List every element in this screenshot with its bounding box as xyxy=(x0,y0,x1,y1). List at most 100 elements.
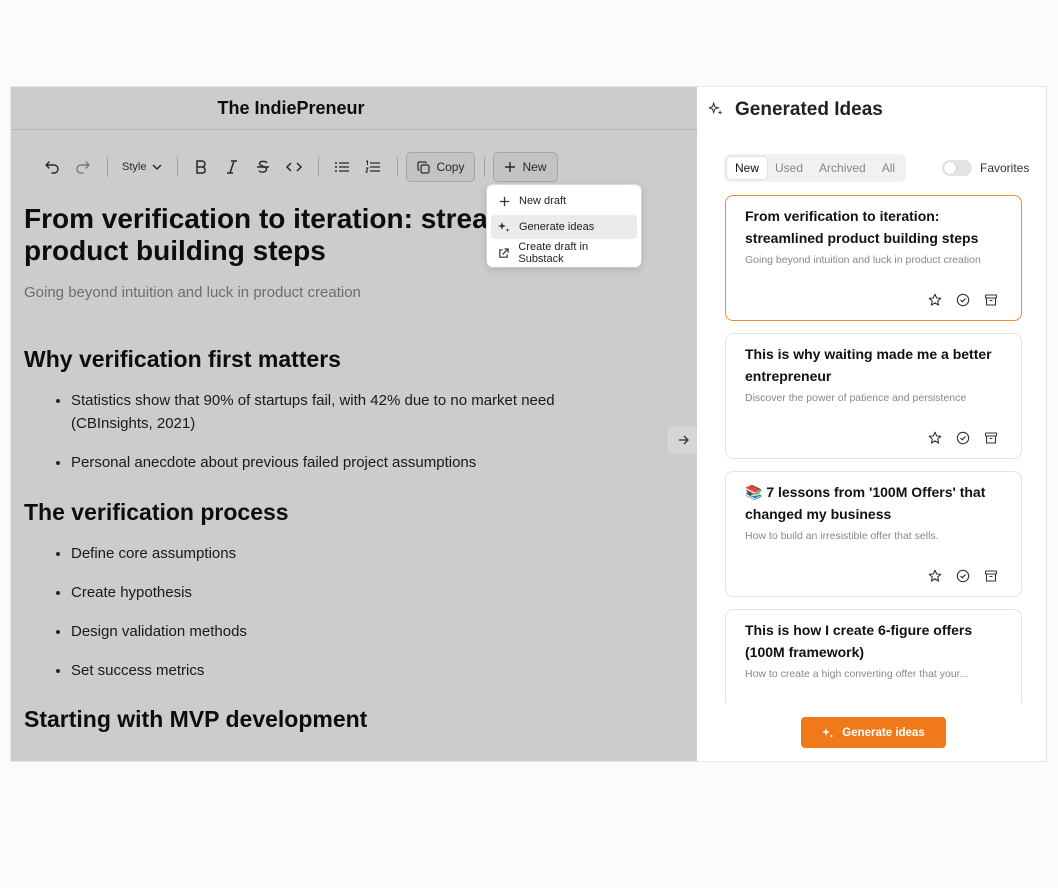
favorites-toggle[interactable] xyxy=(942,160,972,176)
favorites-filter: Favorites xyxy=(942,160,1029,176)
copy-button[interactable]: Copy xyxy=(406,152,476,182)
section-heading: Starting with MVP development xyxy=(24,706,368,732)
panel-header: Generated Ideas xyxy=(707,99,883,121)
mark-used-button[interactable] xyxy=(955,430,971,446)
tab-new[interactable]: New xyxy=(727,157,768,179)
archive-button[interactable] xyxy=(983,430,999,446)
style-dropdown[interactable]: Style xyxy=(116,153,168,181)
generated-ideas-panel: Generated Ideas New Used Archived All Fa… xyxy=(697,87,1046,761)
idea-card[interactable]: From verification to iteration: streamli… xyxy=(725,195,1022,321)
tab-archived[interactable]: Archived xyxy=(811,157,874,179)
bullet-list: Statistics show that 90% of startups fai… xyxy=(56,389,591,474)
idea-card[interactable]: This is how I create 6-figure offers (10… xyxy=(725,609,1022,703)
menu-item-generate-ideas[interactable]: Generate ideas xyxy=(491,215,637,239)
menu-item-new-draft[interactable]: New draft xyxy=(491,189,637,213)
new-dropdown-menu: New draft Generate ideas Create draft in… xyxy=(487,185,641,267)
list-item: Create hypothesis xyxy=(56,581,591,604)
document-title-bar: The IndiePreneur xyxy=(217,97,365,118)
idea-subtitle: How to build an irresistible offer that … xyxy=(745,530,939,542)
undo-button[interactable] xyxy=(37,153,67,181)
tab-all[interactable]: All xyxy=(874,157,903,179)
italic-button[interactable] xyxy=(217,153,247,181)
collapse-panel-button[interactable] xyxy=(666,425,697,455)
section-heading: Why verification first matters xyxy=(24,346,341,372)
bold-icon xyxy=(196,160,207,174)
undo-icon xyxy=(45,161,59,174)
title-divider xyxy=(11,129,697,130)
plus-icon xyxy=(497,196,511,207)
idea-subtitle: How to create a high converting offer th… xyxy=(745,668,969,680)
style-label: Style xyxy=(122,161,147,173)
section-heading: The verification process xyxy=(24,499,289,525)
favorite-button[interactable] xyxy=(927,292,943,308)
generate-ideas-button[interactable]: Generate ideas xyxy=(801,717,946,748)
external-link-icon xyxy=(497,247,510,259)
document-subtitle: Going beyond intuition and luck in produ… xyxy=(24,284,361,301)
idea-actions xyxy=(927,292,999,308)
sparkle-icon xyxy=(822,727,834,738)
sparkle-icon xyxy=(497,221,511,233)
idea-title: This is how I create 6-figure offers (10… xyxy=(745,622,973,660)
editor-toolbar: Style Copy New xyxy=(37,152,559,182)
archive-button[interactable] xyxy=(983,568,999,584)
copy-label: Copy xyxy=(436,160,465,174)
check-circle-icon xyxy=(956,431,970,445)
numbered-list-icon xyxy=(365,160,381,173)
menu-item-label: New draft xyxy=(519,195,567,207)
check-circle-icon xyxy=(956,569,970,583)
idea-title: From verification to iteration: streamli… xyxy=(745,208,979,246)
new-button[interactable]: New xyxy=(493,152,558,182)
archive-button[interactable] xyxy=(983,292,999,308)
idea-card[interactable]: This is why waiting made me a better ent… xyxy=(725,333,1022,459)
panel-title: Generated Ideas xyxy=(735,99,883,120)
editor-pane: The IndiePreneur Style Copy New From ver… xyxy=(11,87,697,761)
chevron-down-icon xyxy=(152,164,162,170)
new-label: New xyxy=(522,160,547,174)
bullet-list-button[interactable] xyxy=(327,153,357,181)
copy-icon xyxy=(417,160,431,174)
tab-used[interactable]: Used xyxy=(767,157,811,179)
code-icon xyxy=(286,162,303,172)
star-icon xyxy=(928,293,942,306)
favorite-button[interactable] xyxy=(927,568,943,584)
strikethrough-button[interactable] xyxy=(248,153,278,181)
toolbar-divider xyxy=(318,157,320,177)
list-item: Design validation methods xyxy=(56,620,591,643)
star-icon xyxy=(928,569,942,582)
menu-item-create-draft-substack[interactable]: Create draft in Substack xyxy=(491,241,637,265)
idea-subtitle: Discover the power of patience and persi… xyxy=(745,392,967,404)
sparkle-icon xyxy=(707,101,723,119)
list-item: Define core assumptions xyxy=(56,542,591,565)
check-circle-icon xyxy=(956,293,970,307)
idea-tabs: New Used Archived All xyxy=(724,154,907,182)
numbered-list-button[interactable] xyxy=(358,153,388,181)
mark-used-button[interactable] xyxy=(955,568,971,584)
archive-icon xyxy=(984,294,998,306)
idea-actions xyxy=(927,568,999,584)
list-item: Personal anecdote about previous failed … xyxy=(56,451,591,474)
star-icon xyxy=(928,431,942,444)
idea-card[interactable]: 📚 7 lessons from '100M Offers' that chan… xyxy=(725,471,1022,597)
idea-actions xyxy=(927,430,999,446)
bold-button[interactable] xyxy=(186,153,216,181)
archive-icon xyxy=(984,432,998,444)
list-item: Set success metrics xyxy=(56,659,591,682)
app-window: The IndiePreneur Style Copy New From ver… xyxy=(11,87,1046,761)
idea-title: 📚 7 lessons from '100M Offers' that chan… xyxy=(745,484,986,522)
list-item: Statistics show that 90% of startups fai… xyxy=(56,389,591,435)
arrow-right-icon xyxy=(679,435,689,445)
plus-icon xyxy=(505,162,516,172)
bullet-list-icon xyxy=(335,162,350,172)
toolbar-divider xyxy=(397,157,399,177)
favorites-label: Favorites xyxy=(980,161,1030,175)
idea-title: This is why waiting made me a better ent… xyxy=(745,346,992,384)
generate-ideas-label: Generate ideas xyxy=(842,726,925,739)
mark-used-button[interactable] xyxy=(955,292,971,308)
redo-icon xyxy=(76,161,90,174)
code-button[interactable] xyxy=(279,153,309,181)
italic-icon xyxy=(227,160,238,174)
favorite-button[interactable] xyxy=(927,430,943,446)
redo-button[interactable] xyxy=(68,153,98,181)
toolbar-divider xyxy=(177,157,179,177)
menu-item-label: Generate ideas xyxy=(519,221,595,233)
